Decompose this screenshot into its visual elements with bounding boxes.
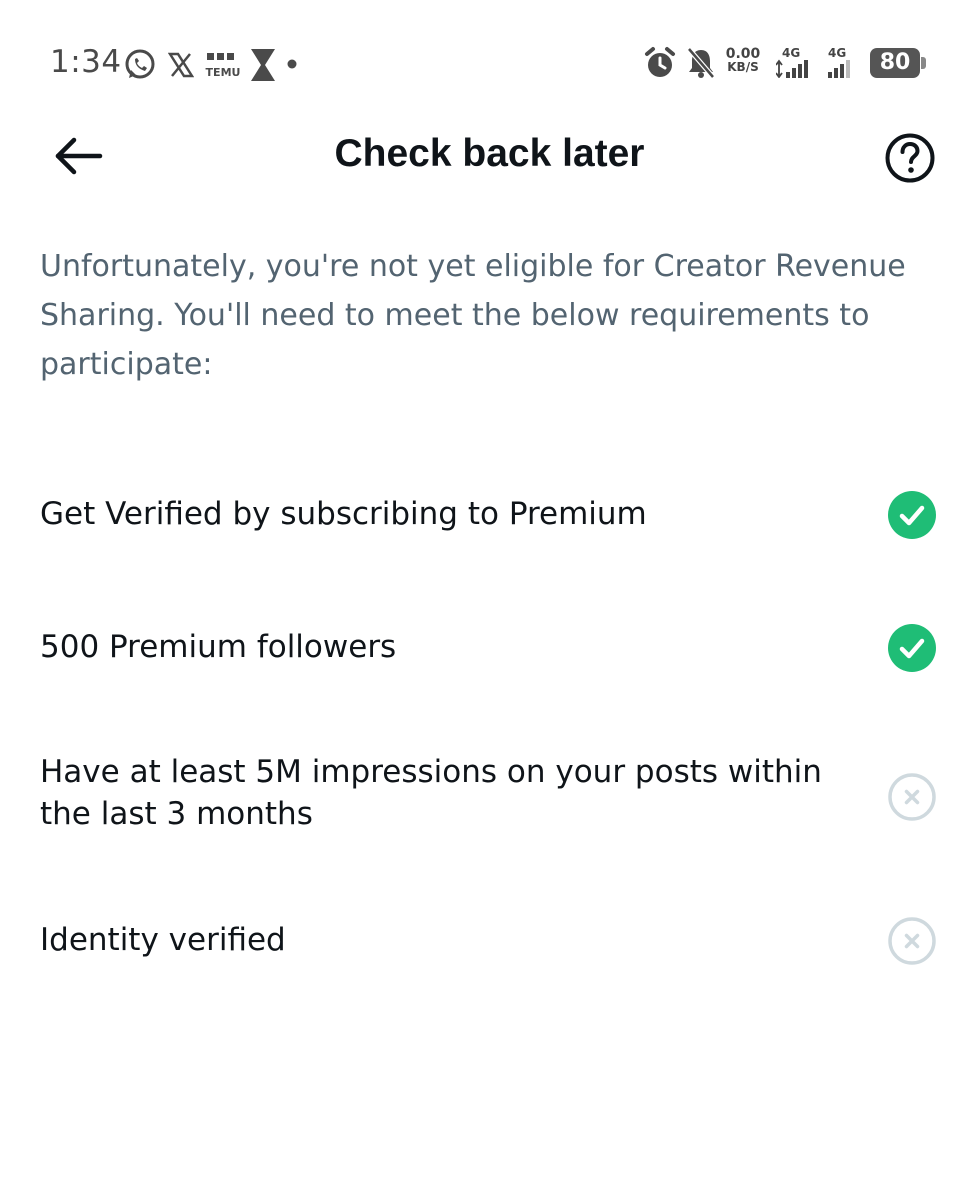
requirement-label: Get Verified by subscribing to Premium (40, 496, 647, 532)
check-circle-icon (888, 491, 936, 539)
alarm-icon (645, 47, 675, 77)
eligibility-description: Unfortunately, you're not yet eligible f… (40, 249, 906, 382)
signal-icon-1 (776, 59, 808, 78)
battery-indicator: 80 (870, 48, 920, 78)
requirement-item: Have at least 5M impressions on your pos… (40, 751, 937, 841)
status-time: 1:34 (50, 44, 122, 80)
top-app-bar: Check back later (0, 120, 979, 192)
battery-tip (921, 57, 926, 69)
signal-icon-2 (828, 60, 850, 78)
net-speed-unit: KB/S (727, 60, 759, 74)
help-icon (885, 133, 935, 183)
hourglass-icon (251, 49, 275, 81)
page-title: Check back later (334, 132, 645, 175)
dot-icon (287, 59, 297, 69)
help-button[interactable] (884, 132, 936, 184)
temu-icon: TEMU (206, 53, 241, 79)
whatsapp-icon (125, 49, 155, 79)
net-speed: 0.00 KB/S (723, 47, 763, 74)
requirement-label: Identity verified (40, 922, 286, 958)
check-circle-icon (888, 624, 936, 672)
svg-text:TEMU: TEMU (206, 66, 241, 79)
x-circle-icon (888, 773, 936, 821)
requirement-item: Get Verified by subscribing to Premium (40, 490, 937, 540)
requirement-label: Have at least 5M impressions on your pos… (40, 754, 822, 832)
requirement-item: 500 Premium followers (40, 623, 937, 673)
status-bar: 1:34 TEMU 0.00 KB/S 4G 4G 80 (0, 0, 979, 130)
x-circle-icon (888, 917, 936, 965)
requirement-item: Identity verified (40, 916, 937, 966)
x-icon (168, 52, 194, 78)
bell-muted-icon (687, 47, 715, 79)
requirement-label: 500 Premium followers (40, 629, 397, 665)
